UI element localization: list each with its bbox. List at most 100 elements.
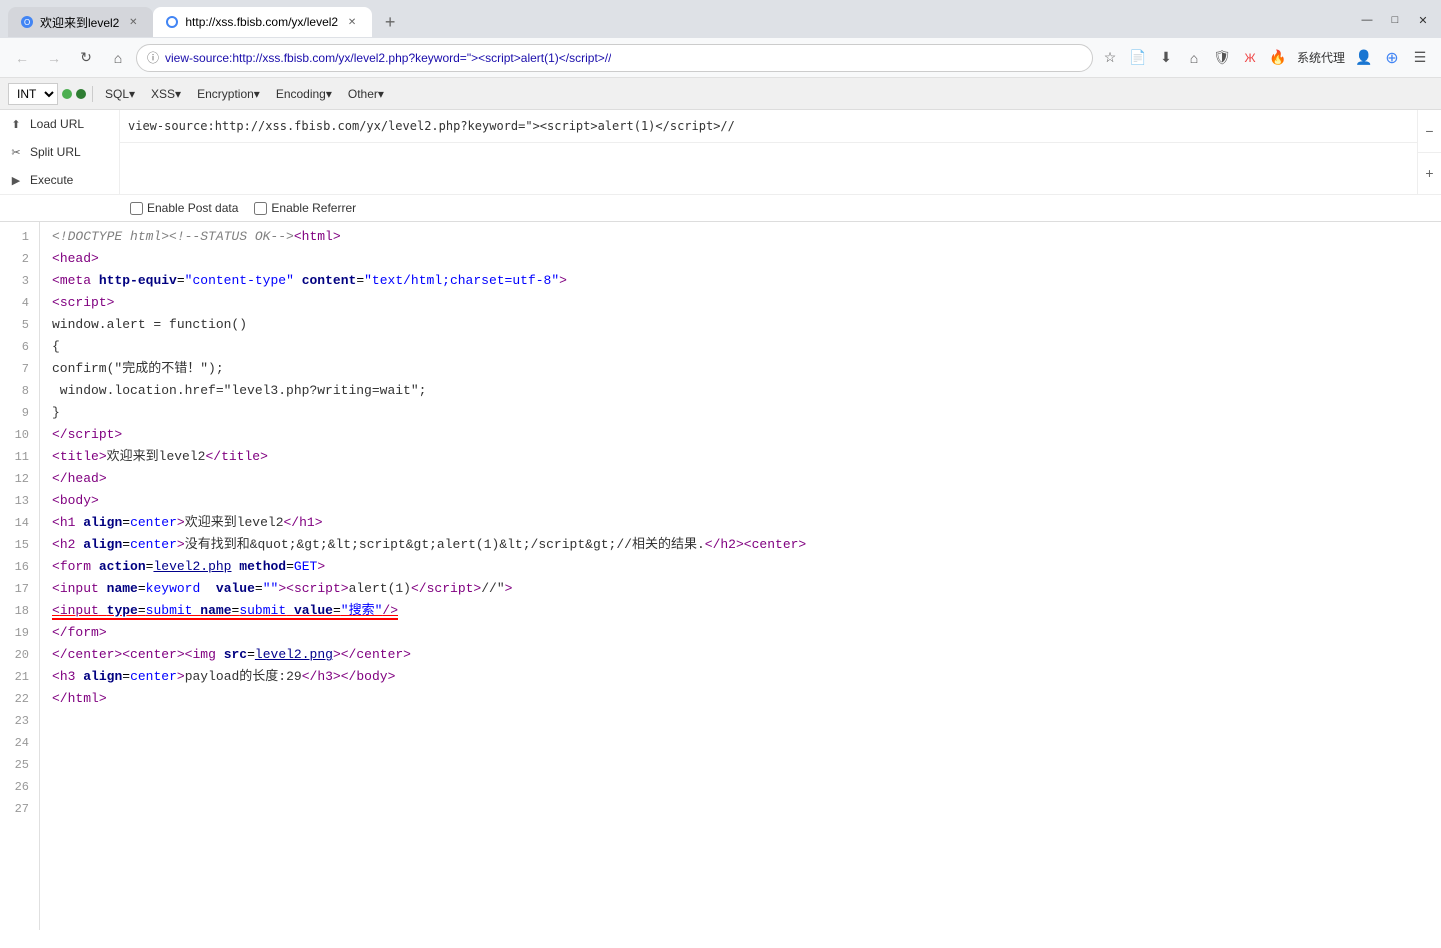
url-plus-btn[interactable]: + [1418,153,1441,195]
line-number: 4 [10,292,29,314]
sql-menu[interactable]: SQL▾ [99,85,141,103]
code-line: <h2 align=center>没有找到和&quot;&gt;&lt;scri… [52,534,1429,556]
extra2-btn[interactable]: 🔥 [1265,45,1291,71]
profile-btn[interactable]: 👤 [1351,45,1377,71]
code-line: <input type=submit name=submit value="搜索… [52,600,1429,622]
line-number: 15 [10,534,29,556]
code-line [52,732,1429,754]
code-line: <script> [52,292,1429,314]
nav-actions: ☆ 📄 ⬇ ⌂ 🛡 Ж 🔥 系统代理 👤 ⊕ ☰ [1097,45,1433,71]
code-line: <form action=level2.php method=GET> [52,556,1429,578]
url-side-controls: − + [1417,110,1441,194]
line-number: 11 [10,446,29,468]
line-number: 23 [10,710,29,732]
menu-btn[interactable]: ☰ [1407,45,1433,71]
code-line: <head> [52,248,1429,270]
line-number: 9 [10,402,29,424]
code-line: </head> [52,468,1429,490]
green-dot-2 [76,89,86,99]
toolbar: INT SQL▾ XSS▾ Encryption▾ Encoding▾ Othe… [0,78,1441,110]
extensions-btn[interactable]: ⊕ [1379,45,1405,71]
execute-icon: ▶ [8,172,24,188]
extra1-btn[interactable]: Ж [1237,45,1263,71]
line-number: 7 [10,358,29,380]
line-number: 13 [10,490,29,512]
line-number: 12 [10,468,29,490]
code-line [52,776,1429,798]
line-number: 27 [10,798,29,820]
url-panel-row: ⬆ Load URL ✂ Split URL ▶ Execute − [0,110,1441,195]
split-url-icon: ✂ [8,144,24,160]
code-line: </script> [52,424,1429,446]
reading-mode-btn[interactable]: 📄 [1125,45,1151,71]
line-number: 6 [10,336,29,358]
tab1-favicon: O [20,15,34,29]
int-select[interactable]: INT [8,83,58,105]
bookmark-star-btn[interactable]: ☆ [1097,45,1123,71]
other-menu[interactable]: Other▾ [342,85,390,103]
line-number: 18 [10,600,29,622]
enable-post-label[interactable]: Enable Post data [130,201,238,215]
split-url-btn[interactable]: ✂ Split URL [0,138,119,166]
code-line: <h3 align=center>payload的长度:29</h3></bod… [52,666,1429,688]
url-input-1[interactable] [120,110,1417,142]
tab-1[interactable]: O 欢迎来到level2 ✕ [8,7,153,37]
download-btn[interactable]: ⬇ [1153,45,1179,71]
code-line [52,710,1429,732]
forward-btn[interactable]: → [40,44,68,72]
line-number: 26 [10,776,29,798]
url-input-2[interactable] [120,142,1417,174]
code-content: <!DOCTYPE html><!--STATUS OK--><html><he… [40,222,1441,930]
enable-referrer-checkbox[interactable] [254,202,267,215]
execute-label: Execute [30,173,73,187]
enable-referrer-label[interactable]: Enable Referrer [254,201,356,215]
tab1-title: 欢迎来到level2 [40,14,119,31]
code-line: <title>欢迎来到level2</title> [52,446,1429,468]
line-number: 19 [10,622,29,644]
xss-menu[interactable]: XSS▾ [145,85,187,103]
execute-btn[interactable]: ▶ Execute [0,166,119,194]
line-number: 1 [10,226,29,248]
line-number: 2 [10,248,29,270]
encoding-menu[interactable]: Encoding▾ [270,85,338,103]
minimize-btn[interactable]: — [1357,10,1377,30]
home-btn[interactable]: ⌂ [104,44,132,72]
url-panel: ⬆ Load URL ✂ Split URL ▶ Execute − [0,110,1441,222]
address-text: view-source:http://xss.fbisb.com/yx/leve… [165,51,611,65]
tab2-title: http://xss.fbisb.com/yx/level2 [185,15,338,29]
code-line: </center><center><img src=level2.png></c… [52,644,1429,666]
line-number: 3 [10,270,29,292]
url-panel-actions: ⬆ Load URL ✂ Split URL ▶ Execute [0,110,120,194]
enable-post-checkbox[interactable] [130,202,143,215]
encryption-menu[interactable]: Encryption▾ [191,85,266,103]
close-btn[interactable]: ✕ [1413,10,1433,30]
tab1-close-btn[interactable]: ✕ [125,14,141,30]
new-tab-btn[interactable]: + [376,8,404,36]
code-line: <body> [52,490,1429,512]
code-line [52,754,1429,776]
address-bar[interactable]: ⓘ view-source:http://xss.fbisb.com/yx/le… [136,44,1093,72]
line-number: 20 [10,644,29,666]
back-btn[interactable]: ← [8,44,36,72]
split-url-label: Split URL [30,145,81,159]
line-number: 5 [10,314,29,336]
nav-bar: ← → ↻ ⌂ ⓘ view-source:http://xss.fbisb.c… [0,38,1441,78]
code-line: </html> [52,688,1429,710]
maximize-btn[interactable]: □ [1385,10,1405,30]
load-url-btn[interactable]: ⬆ Load URL [0,110,119,138]
pocket-btn[interactable]: 🛡 [1209,45,1235,71]
tab2-close-btn[interactable]: ✕ [344,14,360,30]
reload-btn[interactable]: ↻ [72,44,100,72]
load-url-label: Load URL [30,117,84,131]
system-agent-label: 系统代理 [1293,49,1349,66]
line-number: 25 [10,754,29,776]
tab-2[interactable]: http://xss.fbisb.com/yx/level2 ✕ [153,7,372,37]
url-minus-btn[interactable]: − [1418,110,1441,153]
code-line: <input name=keyword value=""><script>ale… [52,578,1429,600]
title-bar: O 欢迎来到level2 ✕ http://xss.fbisb.com/yx/l… [0,0,1441,38]
code-line: <!DOCTYPE html><!--STATUS OK--><html> [52,226,1429,248]
home-nav-btn[interactable]: ⌂ [1181,45,1207,71]
code-line: } [52,402,1429,424]
load-url-icon: ⬆ [8,116,24,132]
source-view: 1234567891011121314151617181920212223242… [0,222,1441,930]
